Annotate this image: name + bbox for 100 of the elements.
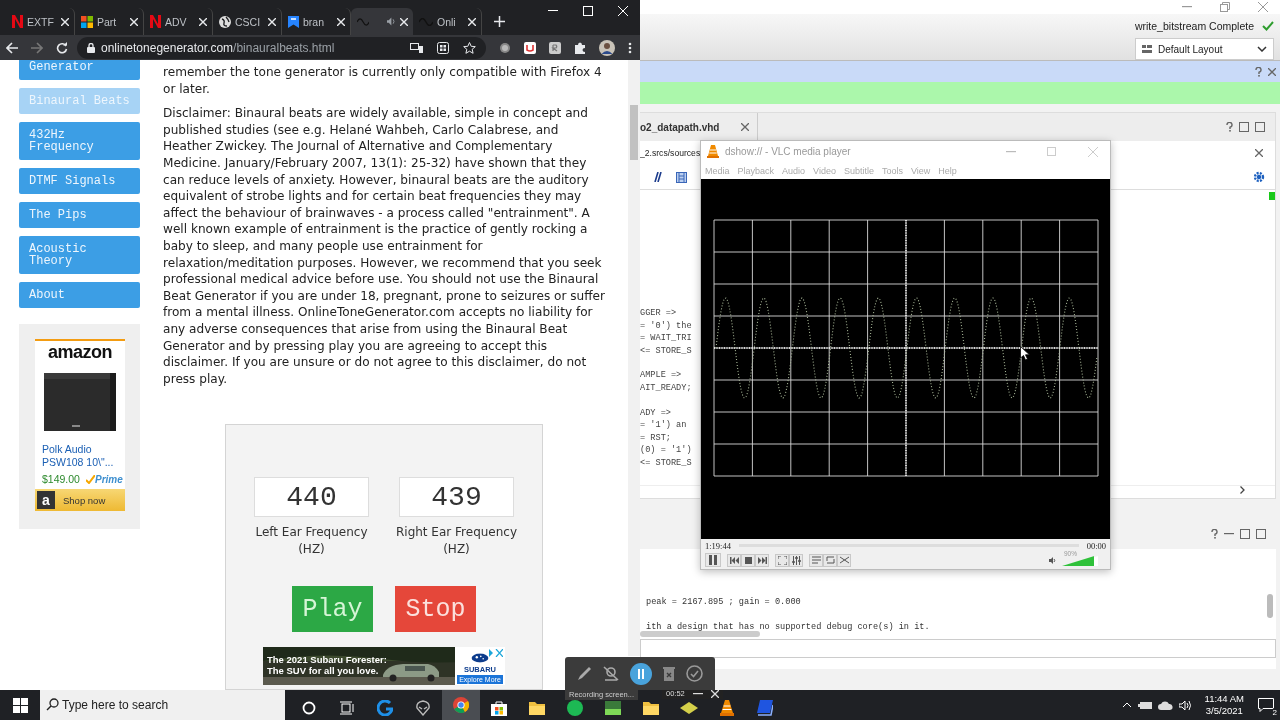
diamond-app-icon: [680, 702, 698, 714]
play-button[interactable]: Play: [292, 586, 373, 633]
film-icon[interactable]: [676, 171, 687, 183]
cast-icon[interactable]: [410, 42, 423, 53]
extension-icon[interactable]: [524, 41, 536, 54]
layout-dropdown[interactable]: Default Layout: [1135, 38, 1274, 60]
menu-item[interactable]: Audio: [782, 165, 806, 176]
minimize-icon[interactable]: [692, 693, 703, 695]
nav-button[interactable]: 432Hz Frequency: [19, 122, 140, 160]
code-line: = RST;: [640, 431, 672, 445]
pause-button[interactable]: [705, 553, 721, 567]
clock-date[interactable]: 3/5/2021: [1205, 705, 1243, 717]
product-link[interactable]: Polk Audio PSW108 10\"...: [35, 443, 125, 469]
clock-time[interactable]: 11:44 AM: [1204, 693, 1244, 705]
next-button[interactable]: [755, 553, 769, 567]
browser-logo-icon: [453, 697, 469, 713]
browser-tab[interactable]: [351, 8, 413, 35]
file-path: _2.srcs/sources: [640, 148, 701, 158]
code-line: AIT_READY;: [640, 381, 693, 395]
shuffle-button[interactable]: [837, 553, 851, 567]
code-line: AMPLE =>: [640, 369, 683, 382]
stop-button[interactable]: [741, 553, 755, 567]
menu-icon[interactable]: [628, 41, 632, 54]
nav-button[interactable]: Generator: [19, 60, 140, 80]
webcam-off-icon[interactable]: [602, 666, 619, 681]
command-field[interactable]: [640, 639, 1276, 658]
ring-icon: [302, 701, 316, 715]
new-tab-icon[interactable]: [494, 16, 505, 27]
menu-item[interactable]: Playback: [737, 165, 775, 176]
previous-button[interactable]: [727, 553, 741, 567]
console-line: ith a design that has no supported debug core(s) in it.: [646, 622, 931, 634]
menu-item[interactable]: Video: [813, 165, 836, 176]
comment-icon[interactable]: [652, 172, 662, 182]
avatar-icon[interactable]: [599, 39, 615, 56]
code-line: <= STORE_S: [640, 344, 693, 358]
equalizer-button[interactable]: [789, 553, 803, 567]
store-bag-icon: [491, 700, 507, 716]
done-icon[interactable]: [686, 665, 704, 682]
help-icon[interactable]: [1255, 66, 1262, 77]
app-icon: [757, 700, 773, 716]
wave-icon: [357, 17, 370, 26]
cone-icon: [720, 700, 734, 716]
menu-item[interactable]: Media: [705, 165, 730, 176]
frequency-field[interactable]: 440: [254, 477, 369, 518]
battery-icon[interactable]: [1137, 700, 1152, 710]
amazon-logo: amazon: [47, 343, 113, 361]
back-icon[interactable]: [6, 41, 18, 54]
menu-item[interactable]: Help: [938, 165, 957, 176]
layout-icon: [1142, 45, 1152, 53]
speaker-icon[interactable]: [1178, 699, 1193, 711]
code-line: ADY =>: [640, 406, 672, 420]
settings-icon[interactable]: [1253, 171, 1265, 183]
nav-button[interactable]: The Pips: [19, 202, 140, 228]
shop-now-button[interactable]: a Shop now: [35, 489, 125, 511]
help-icon[interactable]: [1211, 529, 1218, 539]
code-line: GGER =>: [640, 307, 678, 320]
bookmark-icon: [288, 15, 299, 28]
float-icon[interactable]: [1256, 529, 1266, 539]
help-icon[interactable]: [1226, 122, 1233, 132]
cloud-icon[interactable]: [1157, 700, 1173, 710]
chevron-up-icon[interactable]: [1121, 702, 1132, 708]
code-line: <= STORE_S: [640, 456, 693, 470]
nav-button[interactable]: DTMF Signals: [19, 168, 140, 194]
trash-icon[interactable]: [663, 666, 676, 681]
puzzle-icon[interactable]: [574, 41, 586, 54]
hook-logo-icon: [377, 700, 393, 716]
qr-icon[interactable]: [437, 41, 449, 54]
reload-icon[interactable]: [56, 41, 68, 54]
star-cluster-icon: [471, 653, 489, 664]
frequency-field[interactable]: 439: [399, 477, 514, 518]
paragraph: Disclaimer: Binaural beats are widely available, simple in concept and published studies (see e.g. Helané Wahbeh, Carlo Calabrese, and Heather Zwickey. The Journal of Alternative and Complementary Medicine. January/February 2007, 13(1): 25-32) have shown that they can reduce levels of anxiety. However, binaural beats are the auditory equivalent of strobe lights and for certain beat frequencies they may affect the behaviour of brainwaves - a process called "entrainment". A well known example of entrainment is the practice of gently rocking a baby to sleep, and many people use entrainment for relaxation/meditation purposes. However, we recommend that you seek professional medical advice before use. You should not use the Binaural Beat Generator if you are under 18, pregnant, prone to seizures or suffer from a mental illness. OnlineToneGenerator.com accepts no liability for any adverse consequences that arise from using the Binaural Beat Generator and by pressing play you are agreeing to accept this disclaimer. If you are unsure or do not agree to this disclaimer, do not press play.: [163, 105, 606, 388]
menu-item[interactable]: View: [911, 165, 931, 176]
float-icon[interactable]: [1255, 122, 1265, 132]
search-field[interactable]: Type here to search: [40, 690, 285, 720]
nav-button[interactable]: Acoustic Theory: [19, 236, 140, 274]
ad-headline: The 2021 Subaru Forester:: [267, 654, 388, 666]
windows-logo-icon: [81, 15, 93, 28]
scrollbar[interactable]: [640, 631, 760, 637]
windows-logo-icon: [12, 697, 28, 713]
pause-button[interactable]: [629, 662, 652, 685]
address-bar[interactable]: onlinetonegenerator.com/binauralbeats.html: [77, 36, 486, 59]
pen-icon[interactable]: [576, 666, 592, 681]
star-icon[interactable]: [463, 41, 476, 54]
window-title: dshow:// - VLC media player: [725, 146, 851, 158]
folder-icon: [643, 701, 659, 715]
menu-item[interactable]: Tools: [881, 165, 903, 176]
scroll-right-icon[interactable]: [1240, 486, 1245, 494]
stop-button[interactable]: Stop: [395, 586, 476, 633]
ad-tagline: The SUV for all you love.: [267, 665, 380, 677]
nav-button[interactable]: About: [19, 282, 140, 308]
forward-icon[interactable]: [31, 41, 43, 54]
extension-icon[interactable]: [499, 41, 511, 54]
globe-icon: [219, 15, 231, 28]
menu-item[interactable]: Subtitle: [843, 165, 874, 176]
paragraph: remember the tone generator is currently only compatible with Firefox 4 or later.: [163, 64, 603, 98]
extension-icon[interactable]: [549, 41, 561, 54]
circle-app-icon: [567, 700, 583, 716]
scrollbar[interactable]: [628, 60, 640, 656]
cursor-icon: [1020, 345, 1030, 361]
lock-icon: [87, 42, 95, 53]
